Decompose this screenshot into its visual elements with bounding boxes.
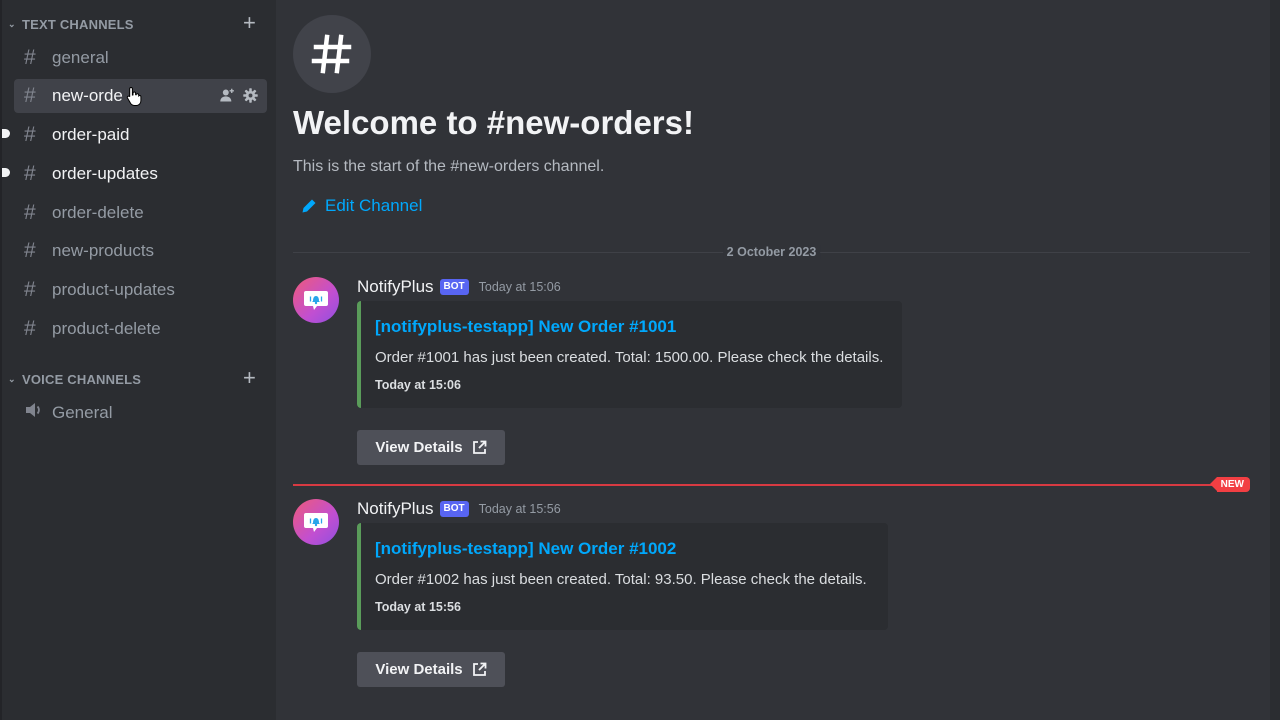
welcome-title: Welcome to #new-orders! bbox=[293, 104, 694, 141]
author-name[interactable]: NotifyPlus bbox=[357, 499, 434, 519]
hash-icon: # bbox=[24, 46, 36, 69]
new-messages-divider bbox=[293, 484, 1240, 486]
category-text-channels[interactable]: ⌄ TEXT CHANNELS + bbox=[8, 12, 256, 34]
speaker-icon bbox=[24, 401, 52, 425]
hash-icon: # bbox=[24, 84, 36, 107]
scrollbar-track[interactable] bbox=[1270, 0, 1280, 720]
external-link-icon bbox=[472, 662, 487, 676]
category-voice-channels[interactable]: ⌄ VOICE CHANNELS + bbox=[8, 367, 256, 389]
plus-icon[interactable]: + bbox=[243, 12, 256, 34]
channel-new-products[interactable]: # new-products bbox=[14, 234, 267, 268]
notification-bell-icon bbox=[304, 513, 328, 532]
bot-badge: BOT bbox=[439, 279, 469, 295]
channel-product-updates[interactable]: # product-updates bbox=[14, 273, 267, 307]
unread-indicator bbox=[2, 168, 10, 177]
hash-icon bbox=[311, 34, 352, 74]
edit-channel-label: Edit Channel bbox=[325, 196, 423, 215]
channel-label: product-updates bbox=[52, 280, 175, 299]
welcome-subtitle: This is the start of the #new-orders cha… bbox=[293, 158, 605, 175]
channel-sidebar: ⌄ TEXT CHANNELS + # general # new-orde #… bbox=[0, 0, 276, 720]
external-link-icon bbox=[472, 440, 487, 454]
button-label: View Details bbox=[375, 661, 463, 678]
channel-label: order-delete bbox=[52, 203, 144, 222]
view-details-button[interactable]: View Details bbox=[357, 652, 505, 687]
avatar[interactable] bbox=[293, 499, 339, 545]
date-divider-label: 2 October 2023 bbox=[722, 245, 821, 259]
hash-icon: # bbox=[24, 278, 36, 301]
channel-order-updates[interactable]: # order-updates bbox=[2, 157, 267, 191]
category-label: VOICE CHANNELS bbox=[22, 371, 142, 387]
message-timestamp: Today at 15:06 bbox=[478, 280, 561, 294]
hash-icon: # bbox=[24, 317, 36, 340]
gear-icon[interactable] bbox=[242, 87, 259, 104]
chevron-down-icon: ⌄ bbox=[8, 18, 16, 29]
bot-badge: BOT bbox=[439, 501, 469, 517]
pencil-icon bbox=[302, 199, 316, 213]
voice-channel-general[interactable]: General bbox=[14, 396, 267, 430]
hash-icon: # bbox=[24, 162, 36, 185]
embed-description: Order #1002 has just been created. Total… bbox=[375, 571, 867, 588]
button-label: View Details bbox=[375, 439, 463, 456]
hash-icon: # bbox=[24, 123, 36, 146]
new-badge: NEW bbox=[1209, 477, 1250, 492]
embed: [notifyplus-testapp] New Order #1001 Ord… bbox=[357, 301, 902, 408]
plus-icon[interactable]: + bbox=[243, 367, 256, 389]
embed-footer: Today at 15:56 bbox=[375, 600, 461, 614]
channel-label: General bbox=[52, 403, 113, 422]
channel-order-paid[interactable]: # order-paid bbox=[2, 118, 267, 152]
discord-app: ⌄ TEXT CHANNELS + # general # new-orde #… bbox=[0, 0, 1280, 720]
embed-title-link[interactable]: [notifyplus-testapp] New Order #1001 bbox=[375, 317, 886, 337]
embed-description: Order #1001 has just been created. Total… bbox=[375, 349, 884, 366]
hash-icon: # bbox=[24, 239, 36, 262]
channel-label: order-updates bbox=[52, 164, 158, 183]
chevron-down-icon: ⌄ bbox=[8, 373, 16, 384]
edit-channel-link[interactable]: Edit Channel bbox=[301, 196, 422, 216]
channel-product-delete[interactable]: # product-delete bbox=[14, 312, 267, 346]
hash-icon: # bbox=[24, 201, 36, 224]
date-divider: 2 October 2023 bbox=[293, 245, 1250, 259]
message-header: NotifyPlus BOT Today at 15:56 bbox=[357, 499, 561, 519]
notification-bell-icon bbox=[304, 291, 328, 310]
channel-label: new-orde bbox=[52, 86, 123, 105]
chat-area: Welcome to #new-orders! This is the star… bbox=[276, 0, 1280, 720]
channel-general[interactable]: # general bbox=[14, 41, 267, 75]
channel-hash-avatar bbox=[293, 15, 371, 93]
category-label: TEXT CHANNELS bbox=[22, 16, 134, 32]
embed: [notifyplus-testapp] New Order #1002 Ord… bbox=[357, 523, 888, 630]
author-name[interactable]: NotifyPlus bbox=[357, 277, 434, 297]
channel-label: order-paid bbox=[52, 125, 130, 144]
avatar[interactable] bbox=[293, 277, 339, 323]
channel-label: product-delete bbox=[52, 319, 161, 338]
message-header: NotifyPlus BOT Today at 15:06 bbox=[357, 277, 561, 297]
message-timestamp: Today at 15:56 bbox=[478, 502, 561, 516]
unread-indicator bbox=[2, 129, 10, 138]
view-details-button[interactable]: View Details bbox=[357, 430, 505, 465]
embed-title-link[interactable]: [notifyplus-testapp] New Order #1002 bbox=[375, 539, 872, 559]
embed-footer: Today at 15:06 bbox=[375, 378, 461, 392]
channel-order-delete[interactable]: # order-delete bbox=[14, 196, 267, 230]
hand-cursor-icon bbox=[126, 86, 142, 106]
invite-user-icon[interactable] bbox=[219, 87, 236, 104]
channel-label: general bbox=[52, 48, 109, 67]
channel-label: new-products bbox=[52, 241, 155, 260]
